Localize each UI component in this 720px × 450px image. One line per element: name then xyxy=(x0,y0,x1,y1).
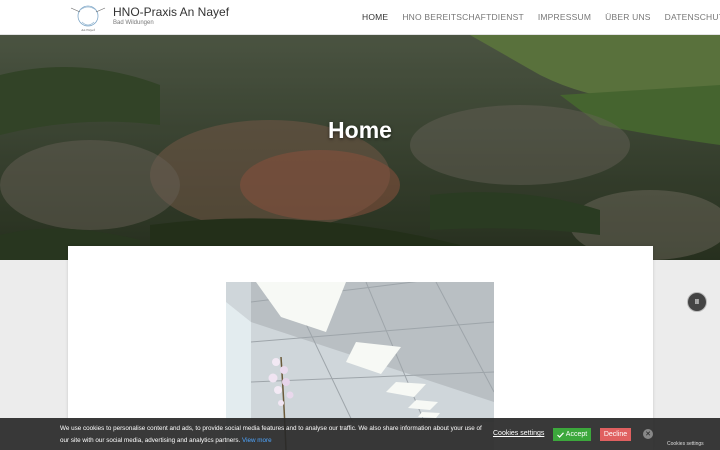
pause-icon: II xyxy=(695,298,699,306)
hero-banner: Home xyxy=(0,35,720,260)
cookies-settings-link[interactable]: Cookies settings xyxy=(493,430,544,437)
logo-icon: An Nayef xyxy=(70,5,106,32)
nav-impressum[interactable]: IMPRESSUM xyxy=(538,12,591,22)
decline-button[interactable]: Decline xyxy=(600,428,631,441)
nav-datenschutz[interactable]: DATENSCHUTZ xyxy=(665,12,720,22)
cookie-close-button[interactable]: ✕ xyxy=(643,429,653,439)
accept-label: Accept xyxy=(565,431,588,438)
brand-title[interactable]: HNO-Praxis An Nayef xyxy=(113,5,229,19)
main-nav: HOME HNO BEREITSCHAFTDIENST IMPRESSUM ÜB… xyxy=(362,12,720,22)
site-header: An Nayef HNO-Praxis An Nayef Bad Wildung… xyxy=(0,0,720,35)
cookie-message: We use cookies to personalise content an… xyxy=(60,423,485,447)
nav-ueber-uns[interactable]: ÜBER UNS xyxy=(605,12,651,22)
slider-pause-button[interactable]: II xyxy=(687,292,707,312)
logo[interactable]: An Nayef xyxy=(68,2,108,33)
decline-label: Decline xyxy=(603,431,628,438)
hero-town-image xyxy=(0,35,720,260)
close-icon: ✕ xyxy=(645,431,651,438)
nav-hno-bereitschaftdienst[interactable]: HNO BEREITSCHAFTDIENST xyxy=(402,12,524,22)
logo-text: An Nayef xyxy=(81,28,96,32)
brand-subtitle: Bad Wildungen xyxy=(113,20,154,26)
check-icon xyxy=(556,431,564,438)
accept-button[interactable]: Accept xyxy=(553,428,591,441)
cookies-settings-tab[interactable]: Cookies settings xyxy=(667,441,704,447)
page-title: Home xyxy=(328,117,392,143)
nav-home[interactable]: HOME xyxy=(362,12,388,22)
view-more-link[interactable]: View more xyxy=(242,437,272,444)
